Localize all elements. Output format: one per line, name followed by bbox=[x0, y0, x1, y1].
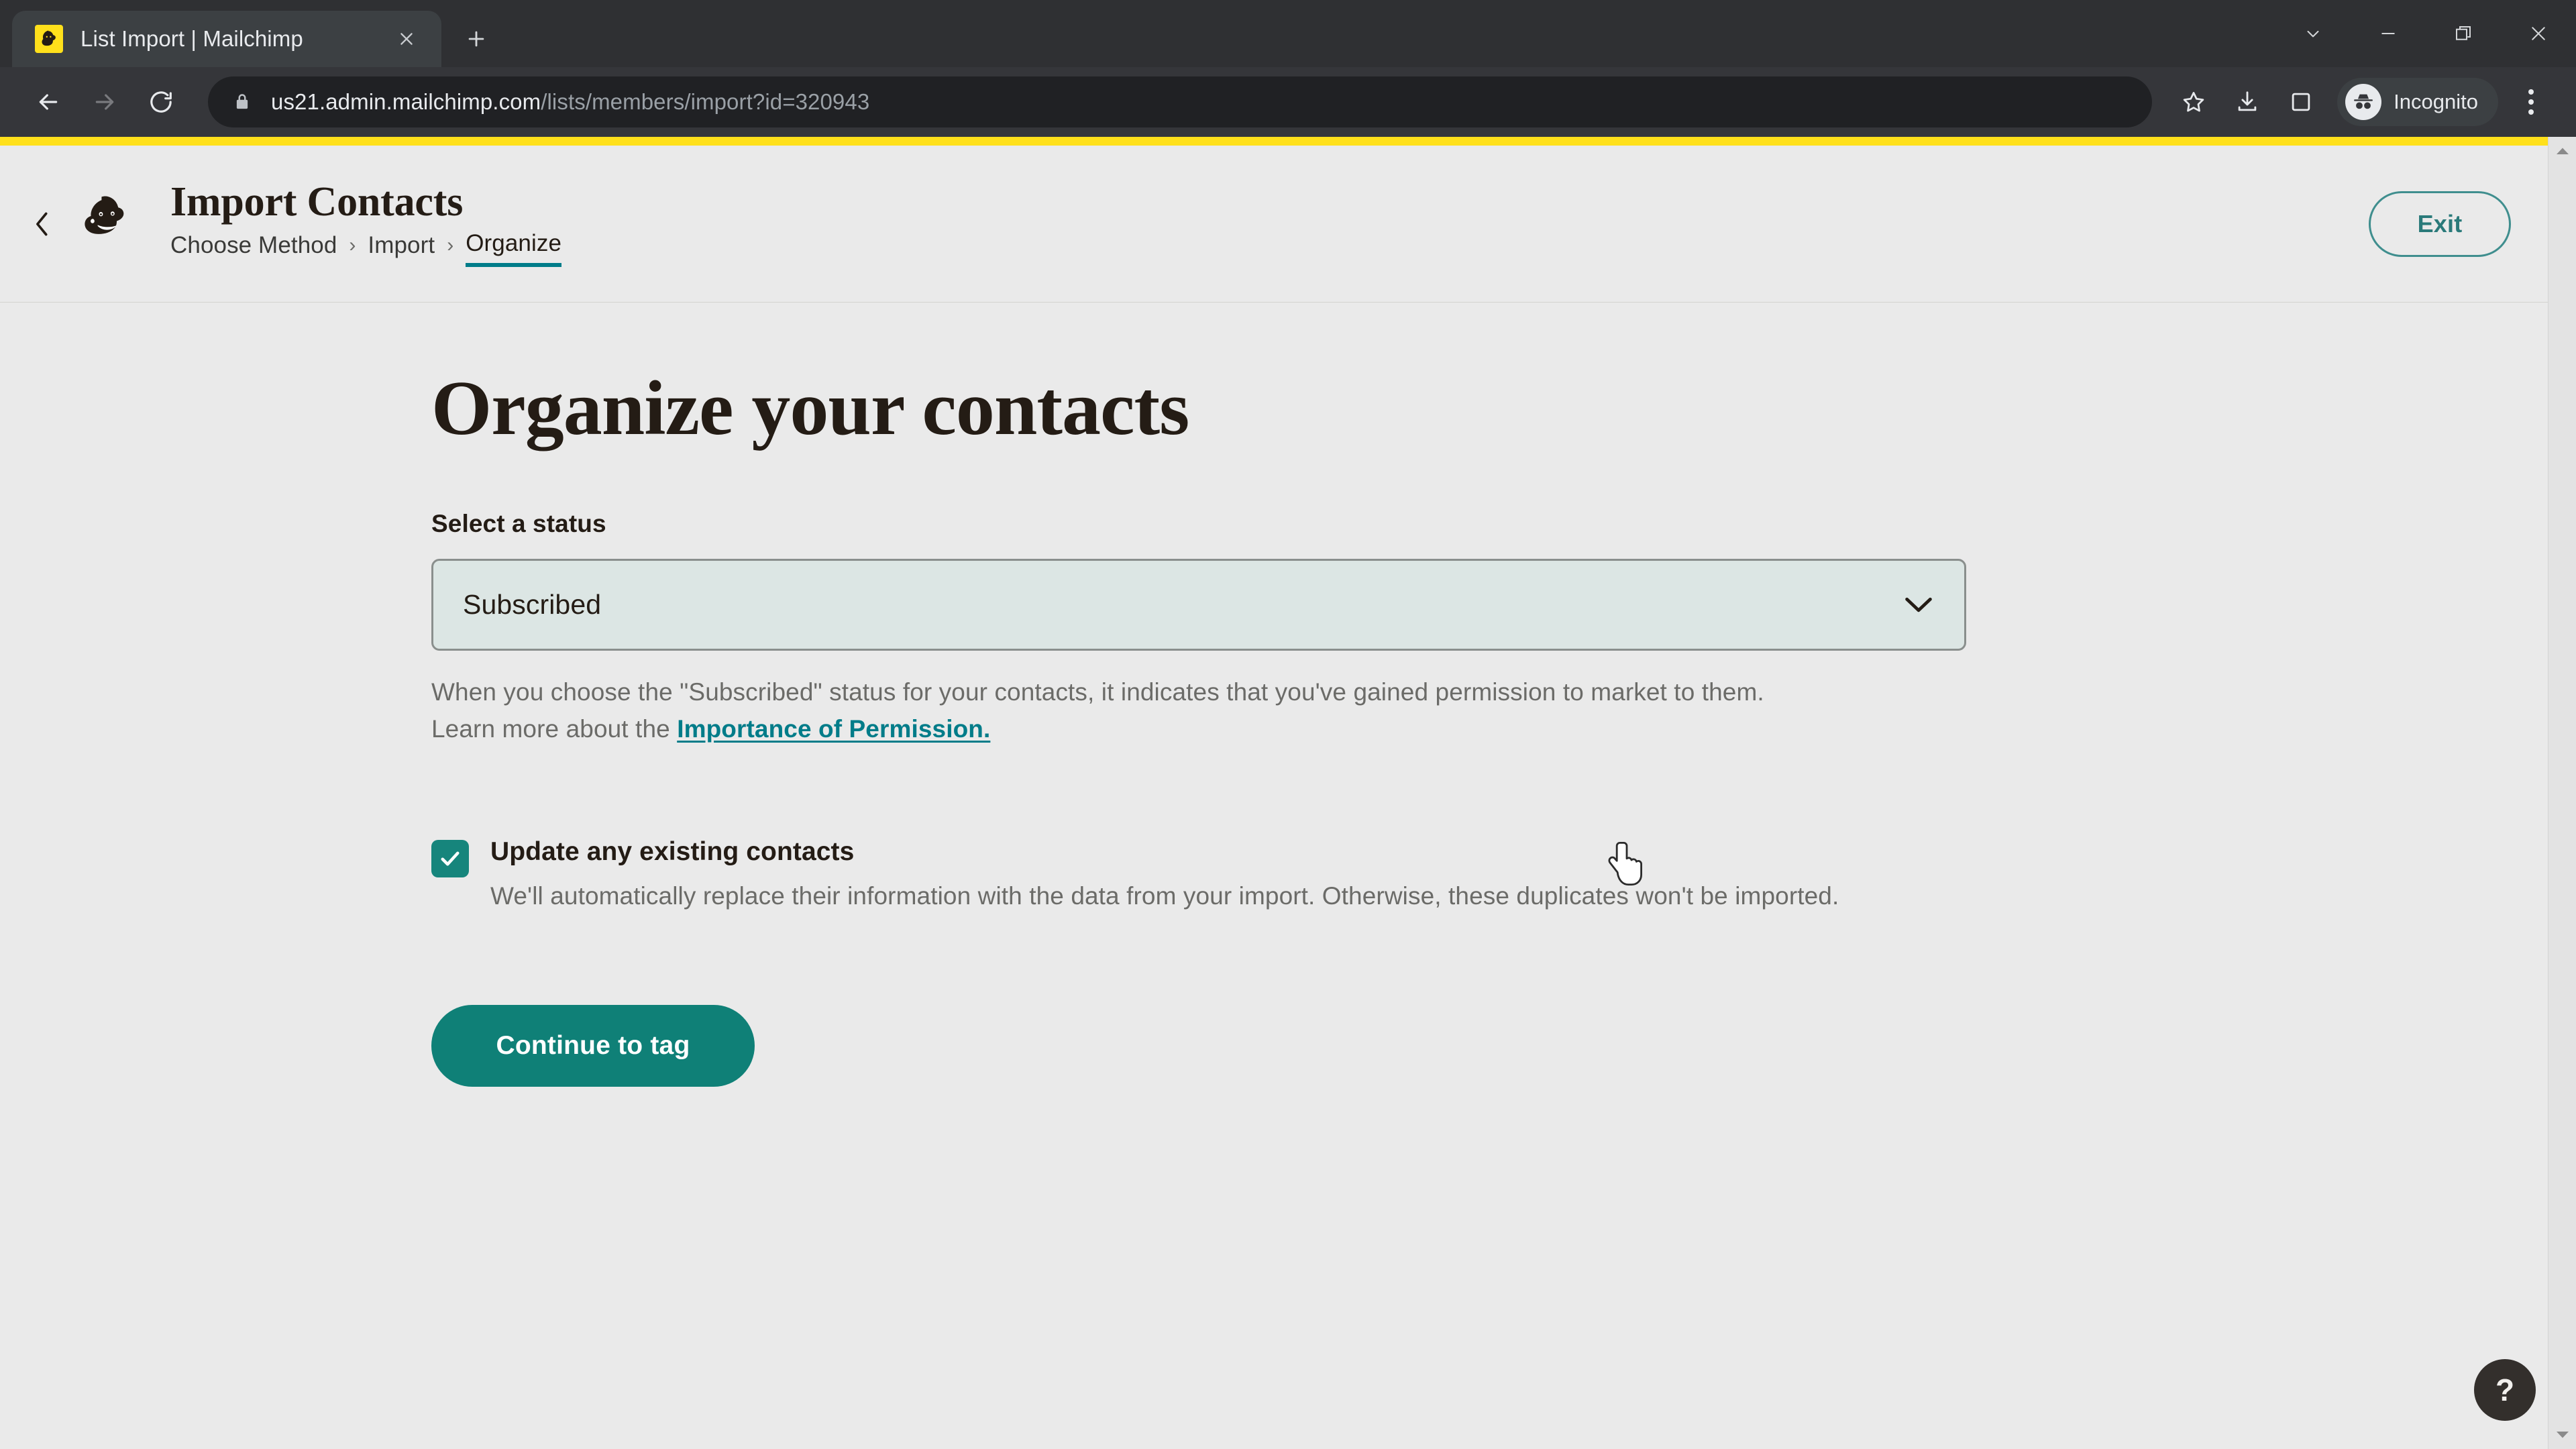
mailchimp-freddie-logo bbox=[71, 185, 149, 263]
page-viewport: Import Contacts Choose Method › Import ›… bbox=[0, 137, 2576, 1449]
window-controls bbox=[2275, 0, 2576, 67]
chevron-left-icon[interactable] bbox=[20, 202, 64, 246]
minimize-button[interactable] bbox=[2351, 0, 2426, 67]
help-button[interactable]: ? bbox=[2474, 1359, 2536, 1421]
browser-window: List Import | Mailchimp us21.admin.mailc… bbox=[0, 0, 2576, 1449]
browser-titlebar: List Import | Mailchimp bbox=[0, 0, 2576, 67]
address-bar[interactable]: us21.admin.mailchimp.com/lists/members/i… bbox=[208, 76, 2153, 127]
incognito-icon bbox=[2345, 84, 2382, 120]
incognito-label: Incognito bbox=[2394, 90, 2478, 113]
mailchimp-freddie-icon bbox=[35, 25, 63, 53]
side-panel-icon[interactable] bbox=[2274, 75, 2328, 129]
tab-strip: List Import | Mailchimp bbox=[0, 0, 499, 67]
lock-icon bbox=[232, 92, 252, 112]
page-title: Import Contacts bbox=[170, 178, 464, 225]
main-content: Organize your contacts Select a status S… bbox=[0, 303, 2576, 1449]
chevron-right-icon: › bbox=[447, 233, 454, 256]
tab-title: List Import | Mailchimp bbox=[80, 26, 303, 51]
breadcrumb-item-import[interactable]: Import bbox=[368, 230, 435, 266]
incognito-indicator[interactable]: Incognito bbox=[2337, 78, 2498, 126]
status-help-text: When you choose the "Subscribed" status … bbox=[431, 674, 1807, 748]
url-host: us21.admin.mailchimp.com bbox=[271, 89, 541, 114]
status-select-value: Subscribed bbox=[463, 589, 602, 621]
update-existing-contacts-label: Update any existing contacts bbox=[490, 837, 855, 866]
breadcrumb: Choose Method › Import › Organize bbox=[170, 228, 562, 268]
chevron-down-icon[interactable] bbox=[1904, 590, 1933, 620]
reload-icon[interactable] bbox=[133, 74, 189, 130]
exit-button[interactable]: Exit bbox=[2369, 191, 2511, 257]
checkmark-icon bbox=[441, 851, 460, 866]
update-existing-contacts-row: Update any existing contacts We'll autom… bbox=[431, 837, 2576, 915]
brand-accent-bar bbox=[0, 137, 2576, 146]
main-heading: Organize your contacts bbox=[431, 366, 1189, 451]
browser-toolbar: us21.admin.mailchimp.com/lists/members/i… bbox=[0, 67, 2576, 137]
close-icon[interactable] bbox=[390, 23, 423, 55]
arrow-right-icon bbox=[76, 74, 133, 130]
importance-of-permission-link[interactable]: Importance of Permission. bbox=[677, 715, 990, 743]
update-existing-contacts-text: Update any existing contacts We'll autom… bbox=[490, 837, 1926, 915]
three-dot-menu-icon[interactable] bbox=[2506, 74, 2556, 130]
tab-search-button[interactable] bbox=[2275, 0, 2351, 67]
new-tab-button[interactable] bbox=[453, 16, 499, 62]
browser-tab[interactable]: List Import | Mailchimp bbox=[12, 11, 441, 67]
update-existing-contacts-checkbox[interactable] bbox=[431, 839, 469, 877]
continue-to-tag-button[interactable]: Continue to tag bbox=[431, 1004, 755, 1087]
download-icon[interactable] bbox=[2220, 75, 2274, 129]
url-text: us21.admin.mailchimp.com/lists/members/i… bbox=[271, 89, 869, 115]
header-text-block: Import Contacts Choose Method › Import ›… bbox=[170, 178, 562, 268]
chevron-right-icon: › bbox=[349, 233, 356, 256]
app-header: Import Contacts Choose Method › Import ›… bbox=[0, 146, 2576, 302]
scrollbar-track[interactable] bbox=[2548, 165, 2576, 1421]
status-field-label: Select a status bbox=[431, 510, 606, 538]
scroll-down-arrow-icon[interactable] bbox=[2548, 1421, 2576, 1449]
update-existing-contacts-description: We'll automatically replace their inform… bbox=[490, 881, 1839, 910]
arrow-left-icon[interactable] bbox=[20, 74, 76, 130]
star-icon[interactable] bbox=[2167, 75, 2220, 129]
scroll-up-arrow-icon[interactable] bbox=[2548, 137, 2576, 165]
close-window-button[interactable] bbox=[2501, 0, 2576, 67]
breadcrumb-item-organize[interactable]: Organize bbox=[466, 228, 562, 268]
breadcrumb-item-choose-method[interactable]: Choose Method bbox=[170, 230, 337, 266]
maximize-restore-button[interactable] bbox=[2426, 0, 2501, 67]
status-help-text-body: When you choose the "Subscribed" status … bbox=[431, 678, 1764, 743]
page-scrollbar[interactable] bbox=[2548, 137, 2576, 1449]
url-path: /lists/members/import?id=320943 bbox=[541, 89, 870, 114]
status-select[interactable]: Subscribed bbox=[431, 559, 1966, 651]
